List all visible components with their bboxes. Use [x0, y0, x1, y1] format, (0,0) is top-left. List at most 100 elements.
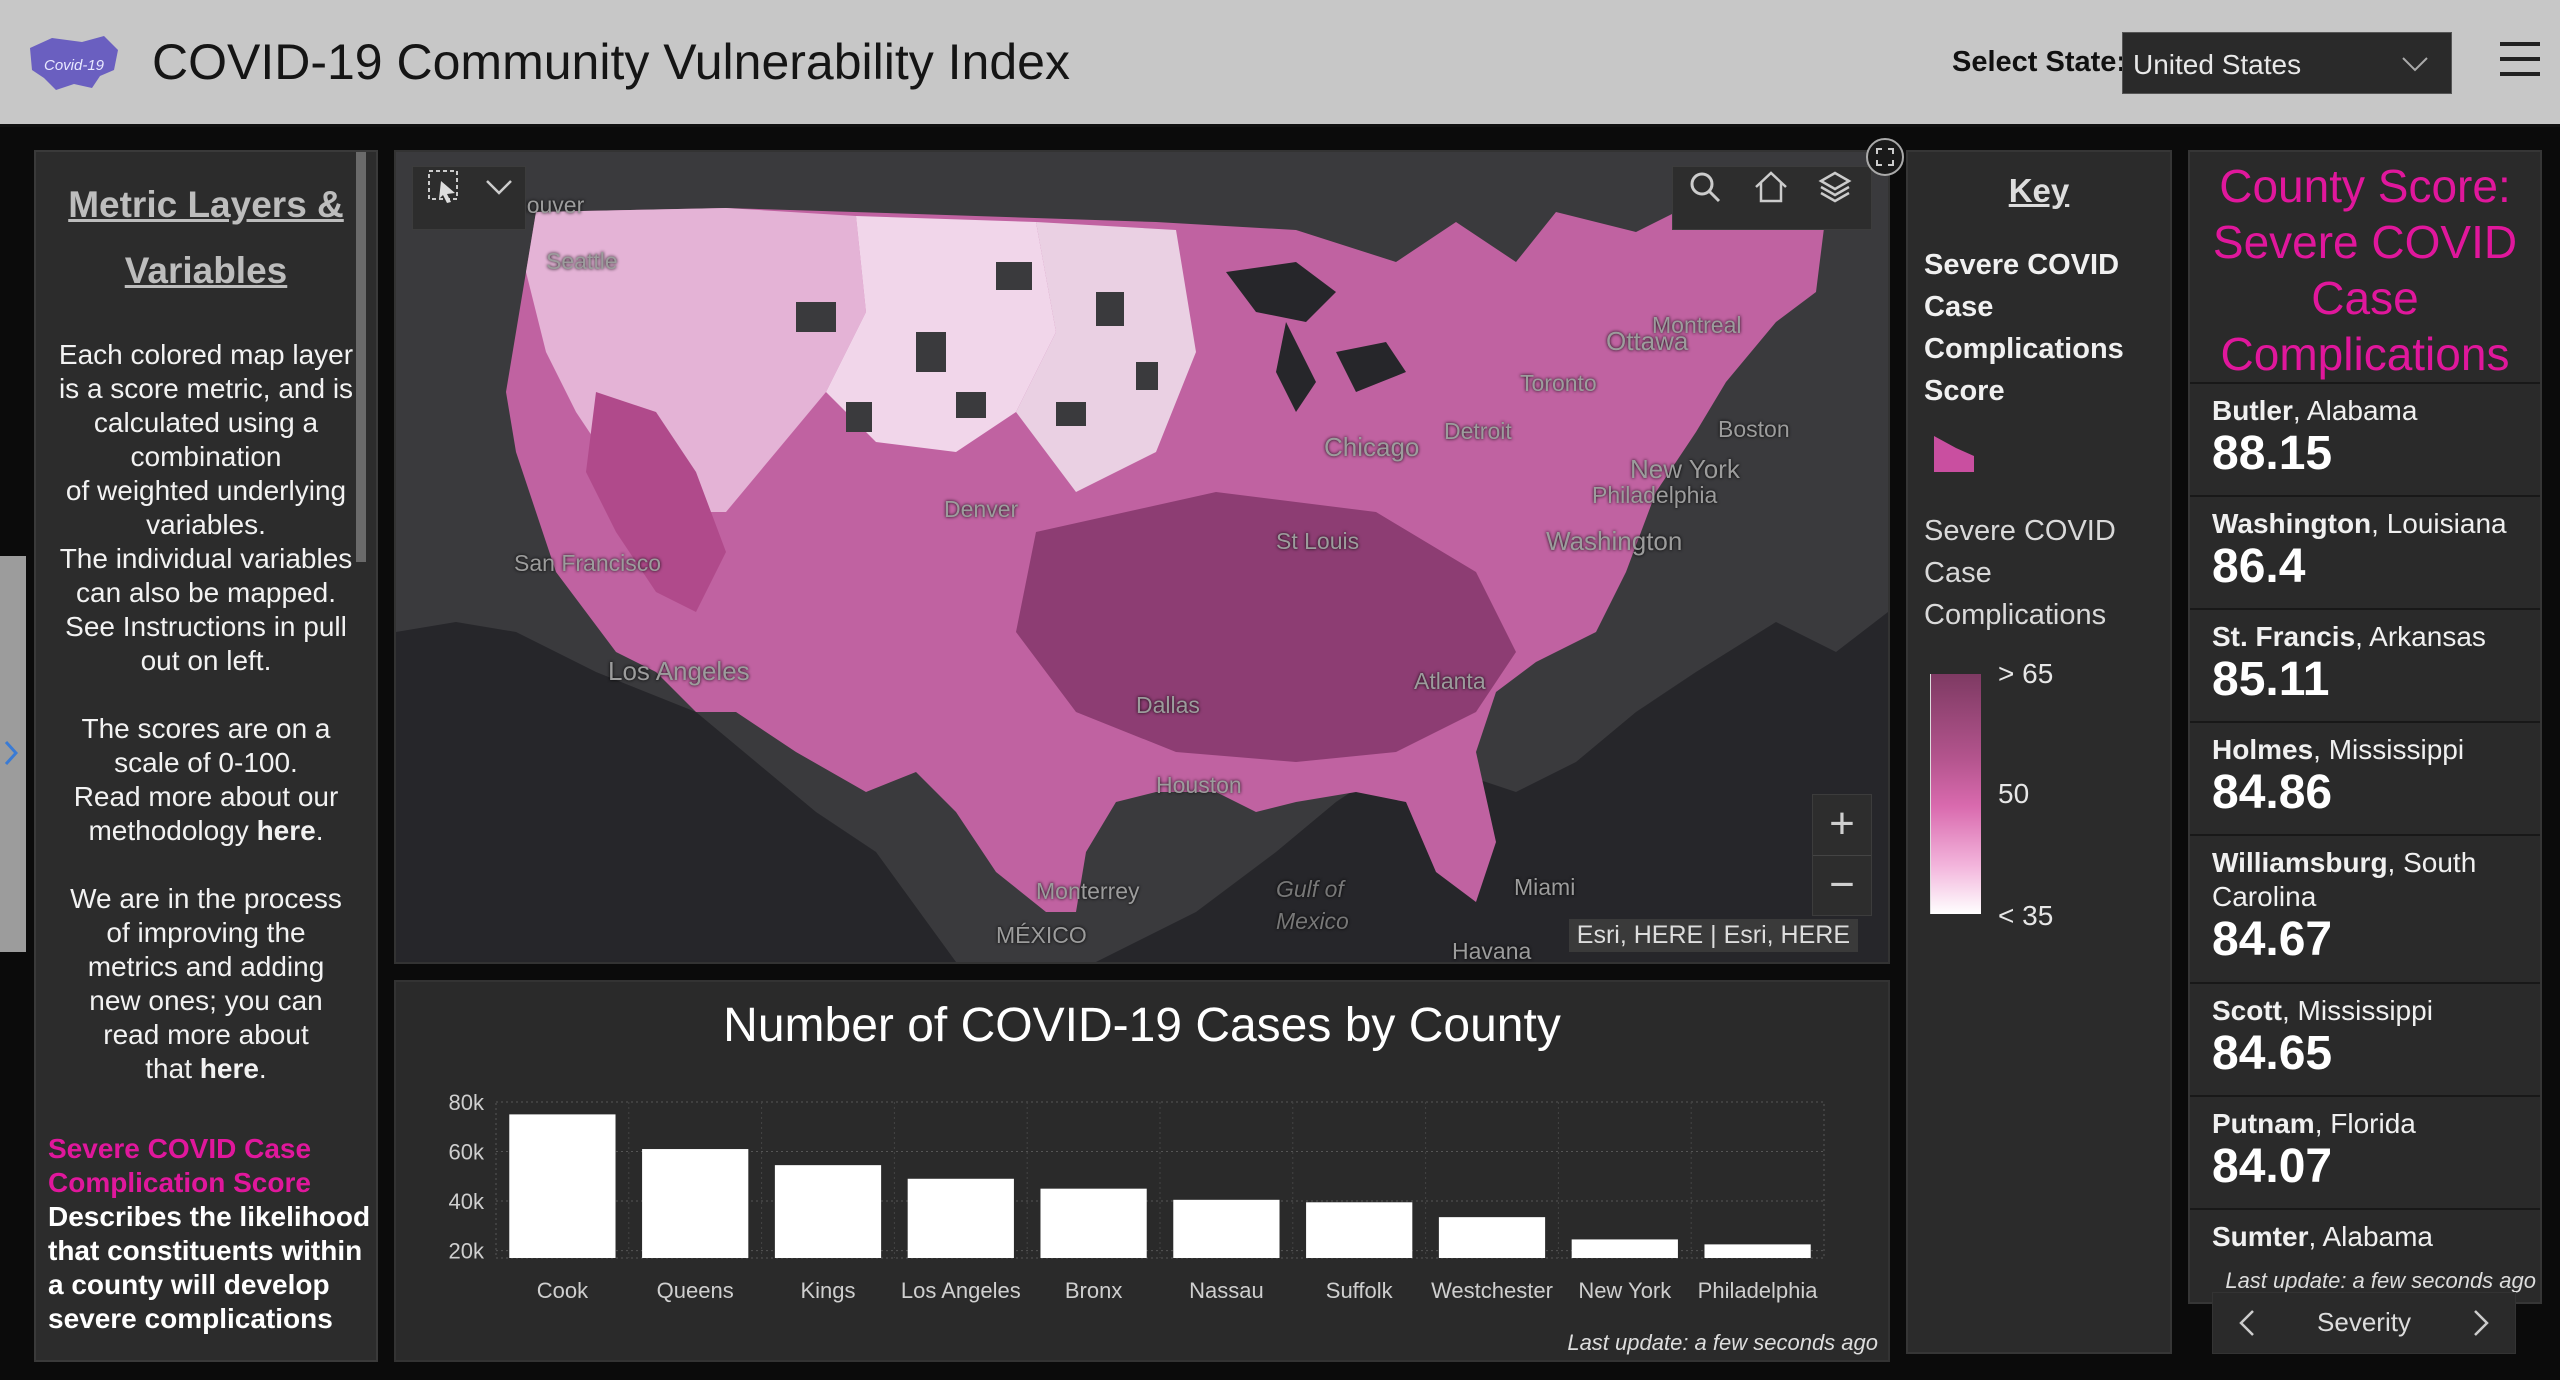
svg-text:Covid-19: Covid-19	[44, 57, 105, 74]
x-tick-label: Philadelphia	[1698, 1278, 1819, 1303]
map-label-detroit: Detroit	[1444, 418, 1512, 444]
home-icon[interactable]	[1751, 167, 1791, 207]
key-title: Key	[2008, 172, 2070, 209]
intro-paragraph: Each colored map layer is a score metric,…	[58, 339, 354, 676]
map-label-st-louis: St Louis	[1276, 528, 1360, 554]
ramp-label-high: > 65	[1998, 658, 2054, 689]
zoom-out-button[interactable]: −	[1813, 855, 1871, 916]
y-tick-label: 20k	[449, 1239, 485, 1264]
sort-control: Severity	[2212, 1292, 2516, 1354]
y-tick-label: 80k	[449, 1090, 485, 1115]
score-list-item[interactable]: St. Francis, Arkansas 85.11	[2190, 610, 2540, 723]
color-ramp	[1930, 674, 1981, 914]
x-tick-label: Suffolk	[1326, 1278, 1394, 1303]
map-label-houston: Houston	[1156, 772, 1242, 798]
search-icon[interactable]	[1685, 167, 1725, 207]
map-label-san-francisco: San Francisco	[514, 550, 662, 576]
x-tick-label: Nassau	[1189, 1278, 1264, 1303]
bar-suffolk[interactable]	[1306, 1202, 1413, 1258]
left-panel-title: Metric Layers & Variables	[68, 184, 344, 291]
zoom-in-button[interactable]: +	[1813, 795, 1871, 855]
bar-los-angeles[interactable]	[907, 1178, 1014, 1258]
score-list-title: County Score: Severe COVID Case Complicati…	[2212, 160, 2518, 380]
score-list-item[interactable]: Williamsburg, South Carolina 84.67	[2190, 836, 2540, 984]
key-field-name: Severe COVID Case Complications	[1924, 515, 2116, 631]
metric-description: Describes the likelihood that constituen…	[48, 1201, 371, 1334]
map-label-gulf-2: Mexico	[1276, 908, 1349, 934]
score-list-item[interactable]: Scott, Mississippi 84.65	[2190, 984, 2540, 1097]
fullscreen-expand-icon[interactable]	[1866, 138, 1904, 176]
map-label-new-york: New York	[1630, 454, 1740, 484]
legend-key-panel: Key Severe COVID Case Complications Score …	[1906, 150, 2172, 1354]
bar-nassau[interactable]	[1173, 1199, 1280, 1258]
map-label-mexico: MÉXICO	[996, 922, 1087, 948]
app-logo: Covid-19	[30, 36, 118, 90]
score-last-update: Last update: a few seconds ago	[2225, 1268, 2536, 1293]
x-tick-label: Bronx	[1065, 1278, 1122, 1303]
map-label-monterrey: Monterrey	[1036, 878, 1140, 904]
map-attribution: Esri, HERE | Esri, HERE	[1568, 919, 1858, 952]
ramp-label-mid: 50	[1998, 778, 2030, 809]
bar-cook[interactable]	[509, 1114, 616, 1258]
map-label-boston: Boston	[1718, 416, 1790, 442]
metric-name[interactable]: Severe COVID Case Complication Score	[36, 1132, 376, 1200]
map-label-chicago: Chicago	[1324, 432, 1420, 462]
pullout-arrow-icon[interactable]	[4, 740, 18, 766]
bar-queens[interactable]	[642, 1149, 749, 1258]
zoom-control: + −	[1812, 794, 1872, 916]
select-tool-icon[interactable]	[425, 167, 465, 207]
x-tick-label: New York	[1578, 1278, 1672, 1303]
tool-dropdown-chevron-icon[interactable]	[479, 167, 519, 207]
methodology-link[interactable]: here	[257, 815, 316, 846]
score-list-item[interactable]: Washington, Louisiana 86.4	[2190, 497, 2540, 610]
state-select-value: United States	[2133, 49, 2302, 80]
app-header: Covid-19 COVID-19 Community Vulnerabilit…	[0, 0, 2560, 127]
map-label-los-angeles: Los Angeles	[608, 656, 750, 686]
map-label-havana: Havana	[1452, 938, 1532, 964]
map-label-toronto: Toronto	[1520, 370, 1597, 396]
score-list-item[interactable]: Holmes, Mississippi 84.86	[2190, 723, 2540, 836]
progress-paragraph: We are in the process of improving the me…	[70, 883, 342, 1084]
key-layer-name: Severe COVID Case Complications Score	[1924, 249, 2124, 407]
next-arrow-icon[interactable]	[2471, 1309, 2491, 1337]
score-list-item[interactable]: Butler, Alabama 88.15	[2190, 384, 2540, 497]
scale-paragraph: The scores are on a scale of 0-100. Read …	[73, 713, 339, 846]
select-state-label: Select State:	[1952, 46, 2127, 78]
map-label-dallas: Dallas	[1136, 692, 1200, 718]
x-tick-label: Queens	[657, 1278, 734, 1303]
sort-label[interactable]: Severity	[2213, 1307, 2515, 1338]
x-tick-label: Cook	[537, 1278, 589, 1303]
map-label-montreal: Montreal	[1652, 312, 1742, 338]
bar-kings[interactable]	[774, 1165, 882, 1258]
bar-philadelphia[interactable]	[1704, 1244, 1811, 1258]
bar-new-york[interactable]	[1571, 1239, 1678, 1258]
map-toolbar-left	[412, 166, 526, 230]
ramp-label-low: < 35	[1998, 900, 2054, 931]
map-label-seattle: Seattle	[546, 248, 618, 274]
state-select[interactable]: United States	[2122, 32, 2452, 94]
map-toolbar-right	[1672, 166, 1872, 230]
x-tick-label: Los Angeles	[901, 1278, 1021, 1303]
chart-last-update: Last update: a few seconds ago	[1567, 1330, 1878, 1355]
map-label-atlanta: Atlanta	[1414, 668, 1486, 694]
map-label-denver: Denver	[944, 496, 1019, 522]
x-tick-label: Westchester	[1431, 1278, 1553, 1303]
bar-westchester[interactable]	[1438, 1217, 1546, 1258]
cases-bar-chart: 80k 60k 40k 20k Cook Queens Kings Los Angeles Br…	[449, 1090, 1825, 1303]
cases-chart-panel: Number of COVID-19 Cases by County 80k 60…	[394, 980, 1890, 1362]
map-label-gulf: Gulf of	[1276, 876, 1344, 902]
vulnerability-map[interactable]: Vancouver Seattle San Francisco Los Ange…	[394, 150, 1890, 964]
score-list: Butler, Alabama 88.15 Washington, Louisi…	[2190, 382, 2540, 1302]
map-label-washington: Washington	[1546, 526, 1683, 556]
left-panel-scrollbar[interactable]	[356, 152, 366, 562]
map-label-miami: Miami	[1514, 874, 1576, 900]
county-score-list-panel: County Score: Severe COVID Case Complicati…	[2188, 150, 2542, 1304]
score-list-item[interactable]: Putnam, Florida 84.07	[2190, 1097, 2540, 1210]
improvements-link[interactable]: here	[200, 1053, 259, 1084]
map-label-philadelphia: Philadelphia	[1592, 482, 1718, 508]
bar-bronx[interactable]	[1040, 1188, 1147, 1258]
layers-icon[interactable]	[1815, 167, 1855, 207]
hamburger-menu-icon[interactable]	[2500, 42, 2540, 76]
app-title: COVID-19 Community Vulnerability Index	[152, 34, 1070, 90]
layer-swatch-icon	[1934, 436, 1974, 472]
